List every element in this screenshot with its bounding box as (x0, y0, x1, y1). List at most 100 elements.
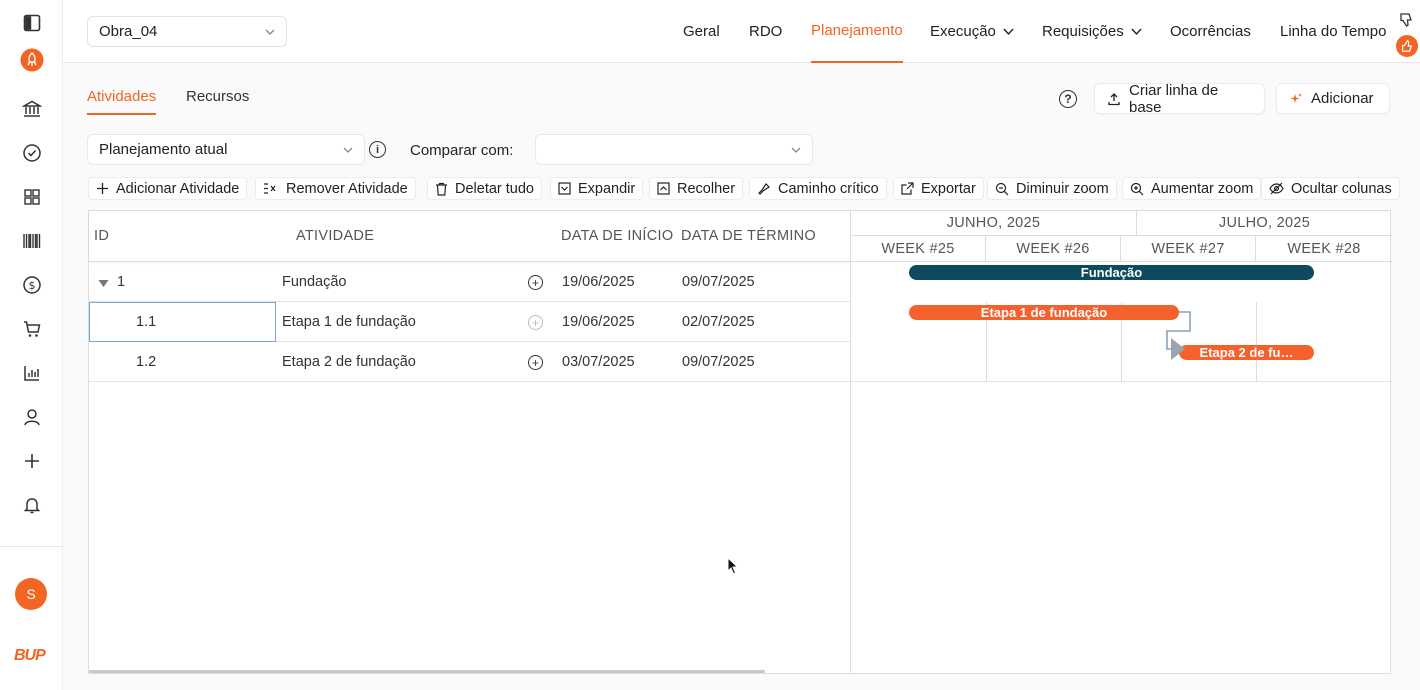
nav-label: Planejamento (811, 22, 903, 39)
nav-planejamento[interactable]: Planejamento (811, 0, 903, 63)
gantt-week: WEEK #26 (986, 236, 1121, 262)
nav-ocorrencias[interactable]: Ocorrências (1170, 0, 1251, 63)
gantt-gridline (1256, 302, 1257, 382)
add-child-icon[interactable]: + (528, 315, 543, 330)
col-header-activity[interactable]: ATIVIDADE (296, 228, 374, 244)
left-sidebar: $ S BUP (0, 0, 63, 690)
remove-activity-label: Remover Atividade (286, 180, 408, 197)
add-activity-button[interactable]: Adicionar Atividade (88, 177, 248, 200)
zoom-out-icon (995, 182, 1009, 196)
panel-toggle-icon[interactable] (20, 11, 44, 35)
bar-chart-icon[interactable] (20, 361, 44, 385)
row-activity: Etapa 1 de fundação (282, 314, 416, 330)
zoom-out-button[interactable]: Diminuir zoom (987, 177, 1117, 200)
table-row[interactable]: 1.2 Etapa 2 de fundação + 03/07/2025 09/… (89, 342, 851, 382)
nav-geral[interactable]: Geral (683, 0, 720, 63)
plan-select[interactable]: Planejamento atual (87, 134, 365, 165)
table-row[interactable]: 1.1 Etapa 1 de fundação + 19/06/2025 02/… (89, 302, 851, 342)
project-select[interactable]: Obra_04 (87, 16, 287, 47)
tab-atividades[interactable]: Atividades (87, 88, 157, 115)
info-icon[interactable]: i (369, 141, 386, 158)
plus-icon[interactable] (20, 449, 44, 473)
row-start: 03/07/2025 (562, 354, 635, 370)
chevron-down-icon (790, 143, 802, 160)
add-child-icon[interactable]: + (528, 355, 543, 370)
selected-cell[interactable] (89, 302, 276, 342)
plan-select-value: Planejamento atual (99, 141, 228, 158)
sparkle-icon (1289, 92, 1303, 106)
create-baseline-button[interactable]: Criar linha de base (1094, 81, 1265, 116)
gantt-week: WEEK #28 (1256, 236, 1392, 262)
col-header-end[interactable]: DATA DE TÉRMINO (681, 228, 816, 244)
horizontal-scrollbar[interactable] (89, 670, 765, 673)
activities-grid: ID ATIVIDADE DATA DE INÍCIO DATA DE TÉRM… (88, 210, 851, 674)
row-activity: Etapa 2 de fundação (282, 354, 416, 370)
table-row[interactable]: 1 Fundação + 19/06/2025 09/07/2025 (89, 262, 851, 302)
zoom-in-icon (1130, 182, 1144, 196)
caret-down-icon[interactable] (98, 276, 109, 292)
zoom-in-label: Aumentar zoom (1151, 180, 1254, 197)
dollar-icon[interactable]: $ (20, 273, 44, 297)
remove-row-icon (263, 182, 279, 195)
remove-activity-button[interactable]: Remover Atividade (255, 177, 416, 200)
hide-columns-label: Ocultar colunas (1291, 180, 1392, 197)
nav-requisicoes[interactable]: Requisições (1042, 0, 1143, 63)
thumbs-up-icon[interactable] (1396, 35, 1418, 57)
gantt-bar-task[interactable]: Etapa 1 de fundação (909, 305, 1179, 320)
zoom-out-label: Diminuir zoom (1016, 180, 1109, 197)
gantt-bar-summary[interactable]: Fundação (909, 265, 1314, 280)
expand-button[interactable]: Expandir (550, 177, 644, 200)
rocket-icon[interactable] (20, 48, 44, 72)
add-child-icon[interactable]: + (528, 275, 543, 290)
export-label: Exportar (921, 180, 976, 197)
grid-apps-icon[interactable] (20, 185, 44, 209)
upload-icon (1107, 92, 1121, 106)
row-end: 09/07/2025 (682, 354, 755, 370)
create-baseline-label: Criar linha de base (1129, 81, 1219, 116)
mouse-cursor-icon (727, 556, 739, 578)
export-button[interactable]: Exportar (893, 177, 984, 200)
row-start: 19/06/2025 (562, 314, 635, 330)
collapse-button[interactable]: Recolher (649, 177, 744, 200)
check-circle-icon[interactable] (20, 141, 44, 165)
critical-path-button[interactable]: Caminho crítico (749, 177, 887, 200)
nav-execucao[interactable]: Execução (930, 0, 1015, 63)
grid-header: ID ATIVIDADE DATA DE INÍCIO DATA DE TÉRM… (89, 211, 851, 262)
thumbs-down-icon[interactable] (1395, 9, 1417, 31)
chevron-down-icon (264, 25, 276, 42)
bank-icon[interactable] (20, 97, 44, 121)
row-id: 1.2 (136, 354, 157, 370)
nav-rdo[interactable]: RDO (749, 0, 782, 63)
project-select-value: Obra_04 (99, 23, 158, 40)
dependency-link[interactable] (1161, 307, 1201, 373)
row-start: 19/06/2025 (562, 274, 635, 290)
col-header-start[interactable]: DATA DE INÍCIO (561, 228, 673, 244)
row-activity: Fundação (282, 274, 347, 290)
delete-all-button[interactable]: Deletar tudo (427, 177, 542, 200)
gantt-month: JUNHO, 2025 (851, 211, 1137, 236)
hide-columns-button[interactable]: Ocultar colunas (1261, 177, 1400, 200)
delete-all-label: Deletar tudo (455, 180, 534, 197)
help-icon[interactable]: ? (1059, 90, 1077, 108)
gantt-week: WEEK #27 (1121, 236, 1256, 262)
cart-icon[interactable] (20, 317, 44, 341)
chevron-down-icon (342, 143, 354, 160)
avatar[interactable]: S (15, 578, 47, 610)
add-button[interactable]: Adicionar (1276, 83, 1390, 114)
zoom-in-button[interactable]: Aumentar zoom (1122, 177, 1262, 200)
row-end: 09/07/2025 (682, 274, 755, 290)
compare-label: Comparar com: (410, 142, 514, 159)
external-link-icon (901, 182, 914, 195)
user-icon[interactable] (20, 405, 44, 429)
bell-icon[interactable] (20, 493, 44, 517)
gantt-chart: JUNHO, 2025 JULHO, 2025 WEEK #25 WEEK #2… (850, 210, 1392, 674)
row-id: 1.1 (136, 314, 157, 330)
compare-select[interactable] (535, 134, 813, 165)
trash-icon (435, 182, 448, 196)
col-header-id[interactable]: ID (94, 228, 109, 244)
nav-linha-do-tempo[interactable]: Linha do Tempo (1280, 0, 1386, 63)
tab-recursos[interactable]: Recursos (186, 88, 249, 105)
barcode-icon[interactable] (20, 229, 44, 253)
top-navbar: Obra_04 Geral RDO Planejamento Execução … (63, 0, 1420, 63)
brand-logo: BUP (14, 647, 46, 664)
